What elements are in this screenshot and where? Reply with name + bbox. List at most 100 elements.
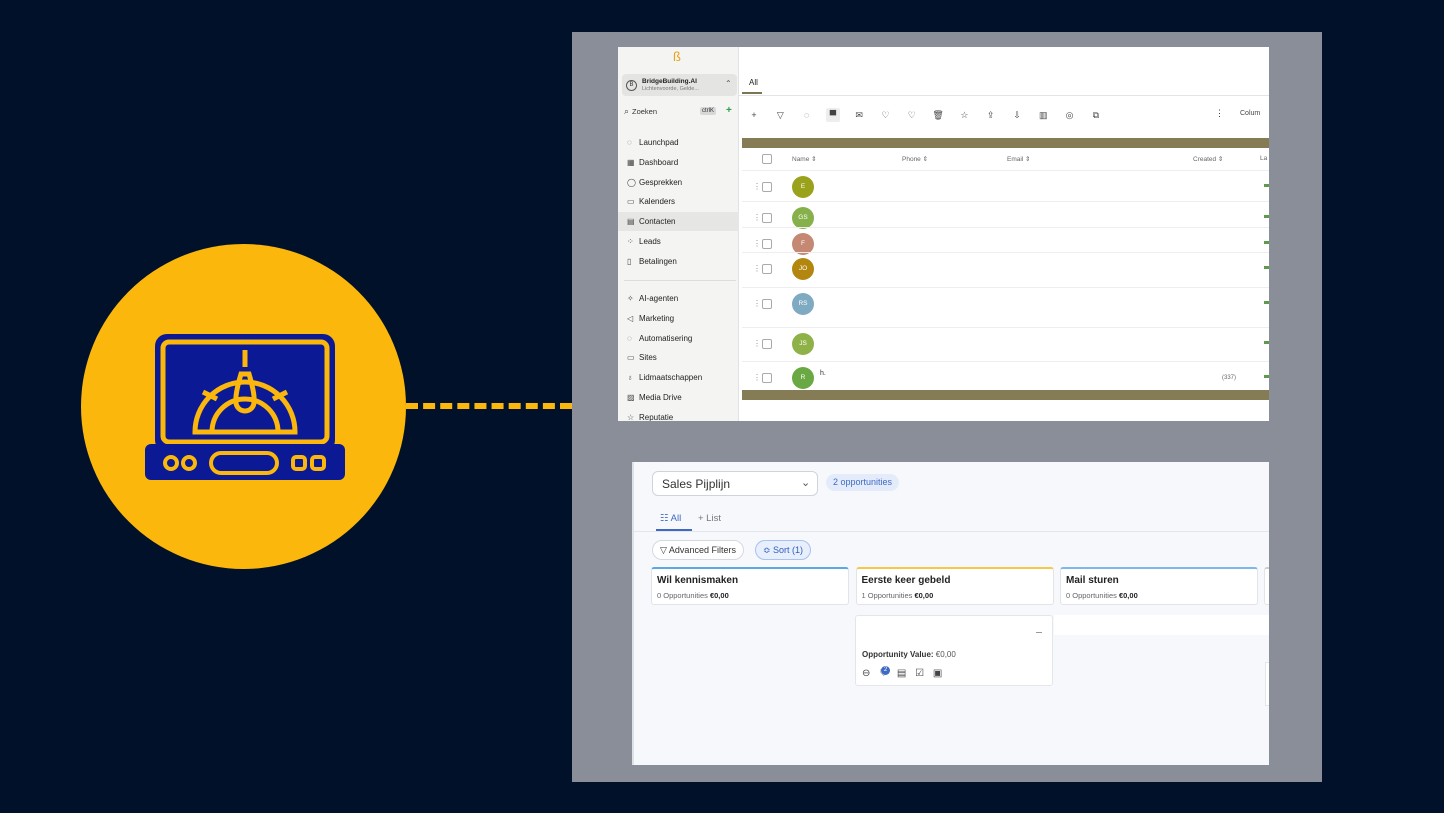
whatsapp-icon[interactable]: ◎: [1063, 108, 1077, 122]
status-indicator: [1264, 266, 1269, 269]
circle-icon[interactable]: ◌: [800, 108, 814, 122]
drag-placeholder: [1054, 615, 1269, 635]
stage-count: 0 Opportunities: [1066, 591, 1117, 600]
status-indicator: [1264, 341, 1269, 344]
row-divider: [742, 327, 1269, 328]
table-row[interactable]: ⋮ Rh. (337): [742, 367, 1269, 389]
chevron-updown-icon: ⌃: [725, 79, 732, 88]
sidebar-item-label: Marketing: [639, 313, 675, 323]
table-header: Name ⇕ Phone ⇕ Email ⇕ Created ⇕ La: [742, 148, 1269, 170]
stage-count: 0 Opportunities: [657, 591, 708, 600]
more-options-icon[interactable]: ⋮: [1215, 108, 1224, 119]
drag-handle-icon[interactable]: ⋮: [753, 182, 761, 191]
tab-all[interactable]: All: [749, 78, 758, 87]
upload-icon[interactable]: ⇪: [984, 108, 998, 122]
sidebar-item-marketing[interactable]: ◁ Marketing: [618, 309, 739, 328]
pipeline-select[interactable]: Sales Pijplijn ⌄: [652, 471, 818, 496]
columns-button[interactable]: Colum: [1240, 110, 1260, 117]
tab-all[interactable]: ☷ All: [660, 513, 681, 524]
sort-button[interactable]: ≎ Sort (1): [755, 540, 812, 560]
sidebar-divider: [624, 280, 736, 281]
header-name[interactable]: Name ⇕: [792, 155, 817, 163]
sidebar-item-launchpad[interactable]: ◌ Launchpad: [618, 133, 739, 152]
header-email[interactable]: Email ⇕: [1007, 155, 1031, 163]
download-icon[interactable]: ⇩: [1010, 108, 1024, 122]
delete-icon[interactable]: 🗑: [931, 108, 945, 122]
table-row[interactable]: ⋮ JO: [742, 258, 1269, 280]
sidebar-item-ai-agenten[interactable]: ✧ AI-agenten: [618, 289, 739, 308]
stage-title: Eerste keer gebeld: [861, 575, 951, 586]
dashboard-icon: ▦: [627, 157, 635, 167]
launchpad-icon: ◌: [627, 138, 632, 147]
sidebar-item-sites[interactable]: ▭ Sites: [618, 348, 739, 367]
membership-icon: ♁: [627, 373, 633, 383]
copy-icon[interactable]: ⧉: [1089, 108, 1103, 122]
drag-handle-icon[interactable]: ⋮: [753, 213, 761, 222]
sidebar-item-automatisering[interactable]: ◌ Automatisering: [618, 329, 739, 348]
sidebar-item-contacten[interactable]: ▤ Contacten: [618, 212, 739, 232]
filter-icon[interactable]: ▽: [773, 108, 787, 122]
stage-summary: 1 Opportunities €0,00: [862, 591, 934, 600]
add-icon[interactable]: +: [747, 108, 761, 122]
tag-icon[interactable]: ♡: [905, 108, 919, 122]
sidebar-item-dashboard[interactable]: ▦ Dashboard: [618, 153, 739, 172]
star-icon[interactable]: ☆: [957, 108, 971, 122]
row-checkbox[interactable]: [762, 299, 772, 309]
row-divider: [742, 227, 1269, 228]
select-all-checkbox[interactable]: [762, 154, 772, 164]
header-phone[interactable]: Phone ⇕: [902, 155, 928, 163]
sidebar-item-lidmaatschappen[interactable]: ♁ Lidmaatschappen: [618, 368, 739, 387]
quick-add-button[interactable]: +: [726, 105, 732, 116]
sidebar-item-media-drive[interactable]: ▨ Media Drive: [618, 388, 739, 407]
card-action-icons[interactable]: ⊖ ♡ ▤ ☑ ▣: [862, 668, 945, 679]
table-row[interactable]: ⋮ JS: [742, 333, 1269, 355]
main-panel: All ⋮ Colum Name ⇕ Phone ⇕ Email ⇕ Creat…: [739, 47, 1269, 421]
stage-title: Mail sturen: [1066, 575, 1119, 586]
header-last[interactable]: La: [1260, 155, 1267, 162]
drag-handle-icon[interactable]: ⋮: [753, 339, 761, 348]
media-icon: ▨: [627, 393, 635, 402]
sidebar-item-label: Reputatie: [639, 412, 674, 421]
row-checkbox[interactable]: [762, 373, 772, 383]
advanced-filters-button[interactable]: ▽ Advanced Filters: [652, 540, 744, 560]
sidebar-item-label: Betalingen: [639, 256, 677, 266]
sidebar-item-betalingen[interactable]: ▯ Betalingen: [618, 252, 739, 271]
sidebar-item-label: Automatisering: [639, 333, 693, 343]
report-icon[interactable]: ▥: [1036, 108, 1050, 122]
opportunity-card[interactable]: Opportunity Value: €0,00 ⊖ ♡ ▤ ☑ ▣ 2: [855, 615, 1053, 686]
message-icon[interactable]: ▀: [825, 108, 840, 122]
sidebar-item-kalenders[interactable]: ▭ Kalenders: [618, 192, 739, 211]
row-checkbox[interactable]: [762, 264, 772, 274]
table-row[interactable]: ⋮ E: [742, 176, 1269, 198]
stage-count: 1 Opportunities: [861, 591, 913, 600]
stage-summary: 0 Opportunities €0,00: [657, 591, 729, 600]
shortcut-badge: ctrlK: [700, 107, 716, 115]
contact-avatar: R: [792, 367, 814, 389]
stage-title: Wil kennismaken: [657, 575, 739, 586]
account-avatar: B: [626, 80, 637, 91]
sidebar-item-gesprekken[interactable]: ◯ Gesprekken: [618, 173, 739, 192]
sidebar-item-reputatie[interactable]: ☆ Reputatie: [618, 408, 739, 421]
contact-name[interactable]: h.: [820, 370, 826, 377]
row-checkbox[interactable]: [762, 213, 772, 223]
drag-handle-icon[interactable]: ⋮: [753, 299, 761, 308]
email-icon[interactable]: ✉: [852, 108, 866, 122]
header-created[interactable]: Created ⇕: [1193, 155, 1223, 163]
drag-handle-icon[interactable]: ⋮: [753, 264, 761, 273]
dashboard-laptop-icon: [145, 334, 345, 480]
table-row[interactable]: ⋮ GS: [742, 207, 1269, 229]
drag-handle-icon[interactable]: ⋮: [753, 239, 761, 248]
drag-handle-icon[interactable]: ⋮: [753, 373, 761, 382]
row-checkbox[interactable]: [762, 339, 772, 349]
search-input[interactable]: ⌕ Zoeken ctrlK +: [622, 105, 737, 119]
table-row[interactable]: ⋮ RS: [742, 293, 1269, 315]
row-checkbox[interactable]: [762, 239, 772, 249]
heart-icon[interactable]: ♡: [879, 108, 893, 122]
account-switcher[interactable]: B BridgeBuilding.AI Lichtenvoorde, Gelde…: [622, 74, 737, 96]
reputation-icon: ☆: [627, 412, 635, 421]
row-checkbox[interactable]: [762, 182, 772, 192]
pipeline-screen: Sales Pijplijn ⌄ 2 opportunities ☷ All +…: [632, 462, 1269, 765]
sidebar-item-leads[interactable]: ⁘ Leads: [618, 232, 739, 251]
tab-add-list[interactable]: + List: [698, 513, 721, 524]
row-divider: [742, 201, 1269, 202]
